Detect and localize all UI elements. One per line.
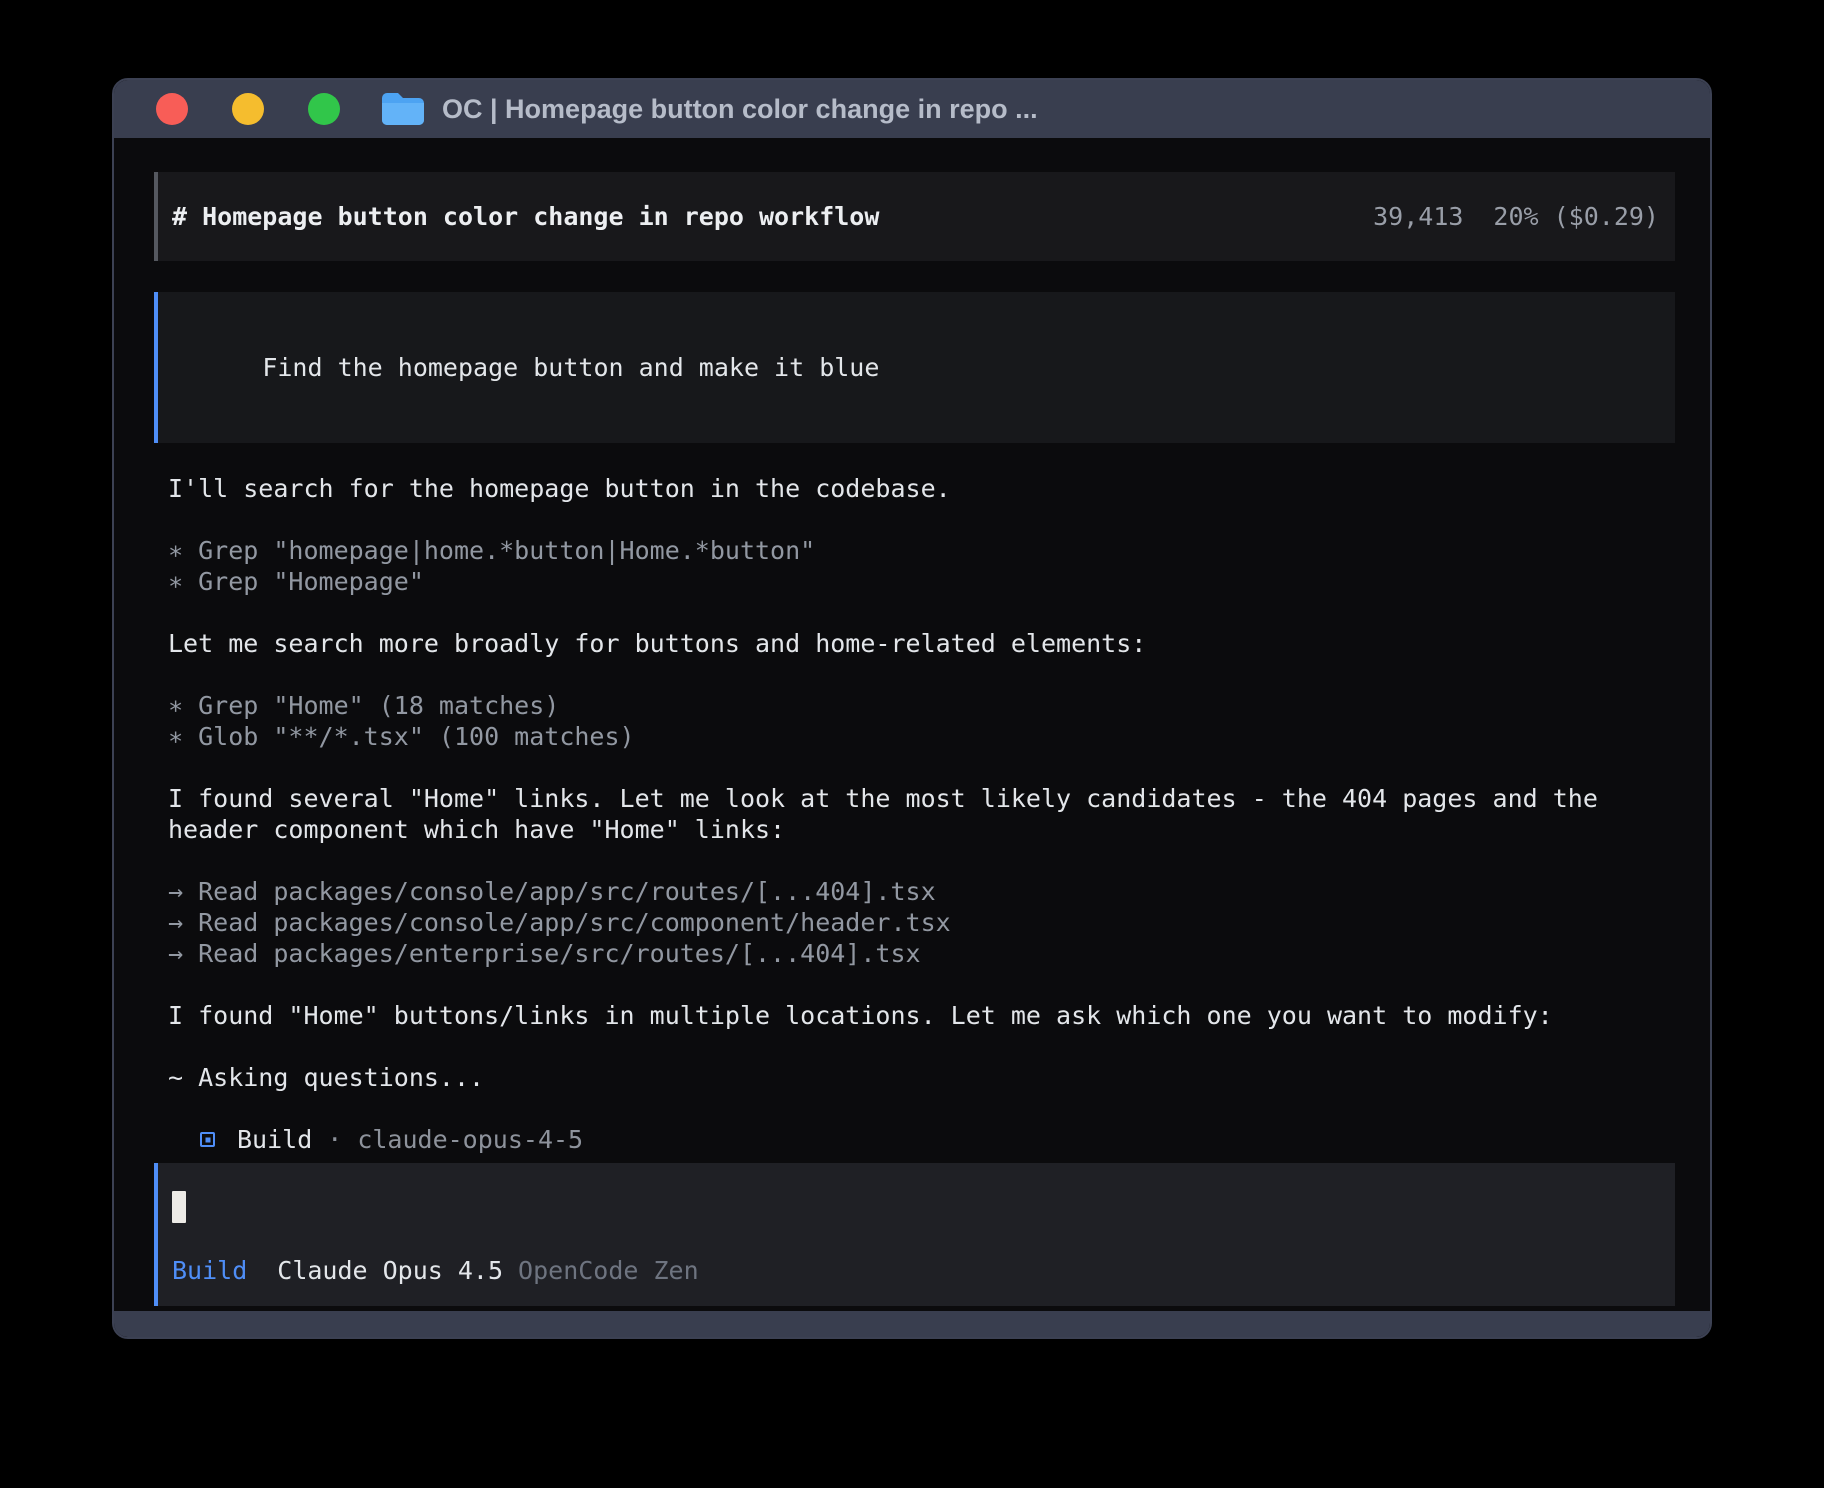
agent-build-icon bbox=[200, 1132, 215, 1147]
text-cursor bbox=[172, 1191, 186, 1223]
transcript-block: Let me search more broadly for buttons a… bbox=[168, 628, 1665, 659]
minimize-button[interactable] bbox=[232, 93, 264, 125]
transcript-block: ∗ Grep "Home" (18 matches) ∗ Glob "**/*.… bbox=[168, 690, 1665, 752]
agent-status-row: Build · claude-opus-4-5 bbox=[168, 1124, 1665, 1155]
input-model-label: Claude Opus 4.5 bbox=[277, 1255, 503, 1286]
session-title: # Homepage button color change in repo w… bbox=[172, 201, 879, 232]
folder-icon bbox=[380, 91, 426, 127]
input-agent-label: Build bbox=[172, 1255, 247, 1286]
prompt-input[interactable]: Build Claude Opus 4.5 OpenCode Zen bbox=[154, 1163, 1675, 1306]
input-meta: Build Claude Opus 4.5 OpenCode Zen bbox=[172, 1255, 1659, 1286]
input-provider-label: OpenCode Zen bbox=[518, 1255, 699, 1286]
user-message: Find the homepage button and make it blu… bbox=[154, 292, 1675, 443]
zoom-button[interactable] bbox=[308, 93, 340, 125]
transcript-block: → Read packages/console/app/src/routes/[… bbox=[168, 876, 1665, 969]
agent-separator: · bbox=[327, 1124, 342, 1155]
window-title: OC | Homepage button color change in rep… bbox=[442, 94, 1038, 125]
agent-model: claude-opus-4-5 bbox=[357, 1124, 583, 1155]
session-stats: 39,413 20% ($0.29) bbox=[1373, 201, 1659, 232]
transcript: I'll search for the homepage button in t… bbox=[154, 473, 1675, 1155]
transcript-block: ∗ Grep "homepage|home.*button|Home.*butt… bbox=[168, 535, 1665, 597]
close-button[interactable] bbox=[156, 93, 188, 125]
context-usage-cost: 20% ($0.29) bbox=[1493, 201, 1659, 232]
session-content: # Homepage button color change in repo w… bbox=[114, 138, 1710, 1311]
token-count: 39,413 bbox=[1373, 201, 1463, 232]
agent-name: Build bbox=[237, 1124, 312, 1155]
window-bottom-bar bbox=[114, 1311, 1710, 1337]
transcript-block: I found "Home" buttons/links in multiple… bbox=[168, 1000, 1665, 1031]
user-message-text: Find the homepage button and make it blu… bbox=[262, 353, 879, 382]
transcript-block: ~ Asking questions... bbox=[168, 1062, 1665, 1093]
transcript-block: I found several "Home" links. Let me loo… bbox=[168, 783, 1665, 845]
transcript-block: I'll search for the homepage button in t… bbox=[168, 473, 1665, 504]
terminal-window: OC | Homepage button color change in rep… bbox=[112, 78, 1712, 1339]
session-header: # Homepage button color change in repo w… bbox=[154, 172, 1675, 261]
titlebar: OC | Homepage button color change in rep… bbox=[114, 80, 1710, 138]
